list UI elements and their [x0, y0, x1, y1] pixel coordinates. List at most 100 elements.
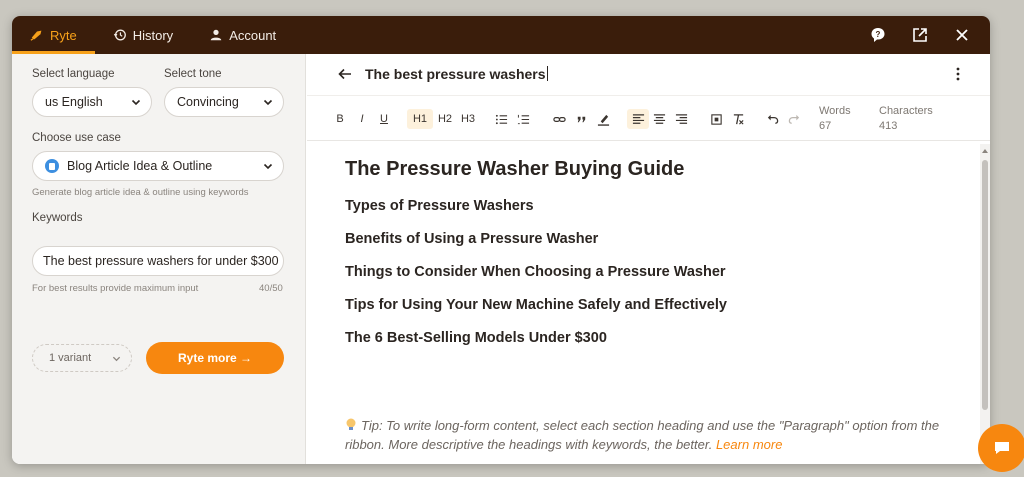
highlight-button[interactable]: [594, 109, 612, 129]
history-icon: [113, 29, 126, 41]
tab-history[interactable]: History: [95, 16, 191, 54]
character-count: Characters 413: [879, 104, 933, 134]
chat-support-button[interactable]: [978, 424, 1024, 472]
align-center-icon: [653, 113, 665, 124]
characters-label: Characters: [879, 105, 933, 117]
section-heading[interactable]: Tips for Using Your New Machine Safely a…: [345, 296, 945, 314]
align-left-icon: [632, 113, 644, 124]
section-heading[interactable]: Types of Pressure Washers: [345, 197, 945, 215]
tab-account[interactable]: Account: [191, 16, 294, 54]
tone-label: Select tone: [164, 68, 222, 80]
document-heading[interactable]: The Pressure Washer Buying Guide: [345, 158, 945, 181]
language-value: us English: [45, 95, 103, 109]
italic-button[interactable]: I: [353, 109, 371, 129]
bullet-list-button[interactable]: [492, 109, 510, 129]
chevron-down-icon: [112, 356, 121, 361]
section-heading[interactable]: Things to Consider When Choosing a Press…: [345, 263, 945, 281]
help-icon: ?: [871, 28, 885, 42]
scrollbar-thumb[interactable]: [982, 160, 988, 410]
align-left-button[interactable]: [627, 109, 649, 129]
close-icon: [956, 29, 968, 41]
close-button[interactable]: [954, 27, 970, 43]
ryte-logo-icon: [30, 30, 42, 41]
ryte-app-window: Ryte History Account ? Select language S…: [12, 16, 990, 464]
language-label: Select language: [32, 68, 115, 80]
tone-select[interactable]: Convincing: [164, 87, 284, 117]
lightbulb-icon: [346, 418, 356, 430]
use-case-value: Blog Article Idea & Outline: [67, 159, 213, 173]
numbered-list-icon: [517, 114, 529, 124]
tip-text: Tip: To write long-form content, select …: [345, 418, 940, 452]
keywords-input[interactable]: The best pressure washers for under $300: [32, 246, 284, 276]
redo-button[interactable]: [785, 109, 803, 129]
use-case-label: Choose use case: [32, 132, 121, 144]
redo-icon: [788, 114, 799, 124]
undo-button[interactable]: [763, 109, 781, 129]
language-select[interactable]: us English: [32, 87, 152, 117]
tab-history-label: History: [132, 27, 174, 43]
h2-button[interactable]: H2: [433, 109, 457, 129]
h3-button[interactable]: H3: [456, 109, 480, 129]
word-count: Words 67: [819, 104, 851, 134]
words-label: Words: [819, 105, 851, 117]
link-button[interactable]: [550, 109, 568, 129]
user-icon: [210, 29, 222, 41]
use-case-hint: Generate blog article idea & outline usi…: [32, 187, 249, 198]
align-right-button[interactable]: [672, 109, 690, 129]
quote-icon: [577, 116, 585, 122]
tab-ryte[interactable]: Ryte: [12, 16, 95, 54]
help-button[interactable]: ?: [870, 27, 886, 43]
chevron-down-icon: [131, 99, 141, 106]
insert-block-button[interactable]: [707, 109, 725, 129]
chevron-down-icon: [263, 163, 273, 170]
section-heading[interactable]: Benefits of Using a Pressure Washer: [345, 230, 945, 248]
section-heading[interactable]: The 6 Best-Selling Models Under $300: [345, 329, 945, 347]
link-icon: [552, 116, 566, 122]
highlighter-icon: [597, 114, 609, 126]
numbered-list-button[interactable]: [514, 109, 532, 129]
top-bar: Ryte History Account ?: [12, 16, 990, 54]
use-case-select[interactable]: Blog Article Idea & Outline: [32, 151, 284, 181]
scroll-up-icon[interactable]: [982, 148, 988, 154]
quote-button[interactable]: [572, 109, 590, 129]
more-options-icon[interactable]: [950, 66, 966, 82]
chevron-down-icon: [263, 99, 273, 106]
svg-text:?: ?: [876, 30, 881, 39]
undo-icon: [767, 114, 778, 124]
keywords-label: Keywords: [32, 212, 83, 224]
document-content[interactable]: The Pressure Washer Buying Guide Types o…: [345, 158, 945, 362]
characters-value: 413: [879, 120, 898, 132]
open-external-button[interactable]: [912, 27, 928, 43]
open-external-icon: [913, 28, 927, 42]
window-controls: ?: [870, 27, 990, 43]
editor-scrollbar[interactable]: [980, 144, 990, 464]
tip-box: Tip: To write long-form content, select …: [345, 416, 945, 464]
h1-button[interactable]: H1: [407, 109, 433, 129]
ryte-more-button[interactable]: Ryte more →: [146, 342, 284, 374]
align-center-button[interactable]: [650, 109, 668, 129]
tone-value: Convincing: [177, 95, 239, 109]
align-right-icon: [675, 113, 687, 124]
learn-more-link[interactable]: Learn more: [716, 437, 782, 452]
editor-panel: The best pressure washers B I U H1 H2 H3: [307, 54, 990, 464]
keywords-counter: 40/50: [259, 283, 283, 294]
keywords-hint: For best results provide maximum input: [32, 283, 199, 294]
tab-ryte-label: Ryte: [50, 27, 77, 43]
tab-account-label: Account: [229, 27, 277, 43]
clear-format-button[interactable]: [729, 109, 747, 129]
variant-value: 1 variant: [49, 352, 92, 364]
underline-button[interactable]: U: [375, 109, 393, 129]
blog-outline-icon: [45, 159, 59, 173]
learn-more-arrow[interactable]: →: [345, 456, 358, 464]
clear-format-icon: [733, 113, 744, 125]
words-value: 67: [819, 120, 832, 132]
chat-icon: [995, 442, 1009, 454]
settings-panel: Select language Select tone us English C…: [12, 54, 306, 464]
bullet-list-icon: [495, 114, 507, 124]
frame-icon: [710, 113, 722, 125]
back-arrow-icon[interactable]: [337, 66, 353, 82]
formatting-toolbar: B I U H1 H2 H3 Words 67 Characters 413: [307, 95, 990, 141]
variant-select[interactable]: 1 variant: [32, 344, 132, 372]
document-title-input[interactable]: The best pressure washers: [365, 66, 548, 82]
bold-button[interactable]: B: [331, 109, 349, 129]
